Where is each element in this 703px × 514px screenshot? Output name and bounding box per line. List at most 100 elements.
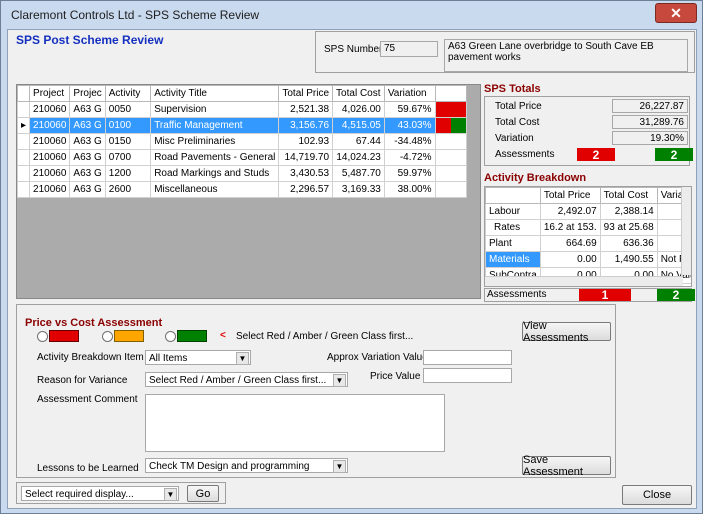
cell-title[interactable]: Misc Preliminaries: [150, 133, 280, 150]
row-indicator[interactable]: [16, 165, 31, 182]
col-project[interactable]: Project: [29, 85, 71, 102]
cell-cost[interactable]: 5,487.70: [332, 165, 385, 182]
bd-cell-price[interactable]: 2,492.07: [539, 203, 601, 220]
bd-col-cost[interactable]: Total Cost: [599, 187, 658, 204]
breakdown-row[interactable]: Plant664.69636.36-4.26: [485, 235, 691, 252]
sps-number-field[interactable]: 75: [380, 41, 438, 57]
col-activity[interactable]: Activity: [104, 85, 152, 102]
cell-cost[interactable]: 14,024.23: [332, 149, 385, 166]
cell-price[interactable]: 2,296.57: [278, 181, 334, 198]
cell-price[interactable]: 3,430.53: [278, 165, 334, 182]
bd-cell-price[interactable]: 664.69: [539, 235, 601, 252]
cell-project[interactable]: 210060: [29, 101, 71, 118]
cell-activity[interactable]: 0700: [104, 149, 152, 166]
cell-price[interactable]: 3,156.76: [278, 117, 334, 134]
bd-cell-cost[interactable]: 636.36: [599, 235, 658, 252]
scheme-description-field[interactable]: A63 Green Lane overbridge to South Cave …: [444, 39, 688, 72]
approx-variation-input[interactable]: [423, 350, 512, 365]
cell-projec[interactable]: A63 G: [69, 181, 106, 198]
table-row[interactable]: ▸ 210060 A63 G 0100 Traffic Management 3,156.…: [16, 117, 467, 134]
cell-projec[interactable]: A63 G: [69, 165, 106, 182]
breakdown-item-select[interactable]: All Items ▼: [145, 350, 251, 365]
cell-activity[interactable]: 0050: [104, 101, 152, 118]
row-indicator[interactable]: [16, 181, 31, 198]
row-indicator[interactable]: [16, 149, 31, 166]
display-select[interactable]: Select required display... ▼: [21, 486, 179, 501]
radio-red[interactable]: [37, 331, 48, 342]
chevron-down-icon[interactable]: ▼: [333, 374, 346, 387]
breakdown-vscrollbar[interactable]: [681, 187, 691, 275]
reason-select[interactable]: Select Red / Amber / Green Class first..…: [145, 372, 348, 387]
cell-project[interactable]: 210060: [29, 149, 71, 166]
table-row[interactable]: 210060 A63 G 0700 Road Pavements - General 1…: [16, 149, 467, 166]
price-value-input[interactable]: [423, 368, 512, 383]
bd-cell-name[interactable]: Materials: [485, 251, 541, 268]
col-projec[interactable]: Projec: [69, 85, 106, 102]
cell-activity[interactable]: 0100: [104, 117, 152, 134]
row-indicator[interactable]: ▸: [16, 117, 31, 134]
cell-price[interactable]: 14,719.70: [278, 149, 334, 166]
col-total-price[interactable]: Total Price: [278, 85, 334, 102]
bd-cell-cost[interactable]: 1,490.55: [599, 251, 658, 268]
cell-variation[interactable]: -34.48%: [383, 133, 436, 150]
cell-price[interactable]: 102.93: [278, 133, 334, 150]
lessons-select[interactable]: Check TM Design and programming ▼: [145, 458, 348, 473]
cell-projec[interactable]: A63 G: [69, 117, 106, 134]
bd-cell-name[interactable]: Labour: [485, 203, 541, 220]
cell-cost[interactable]: 4,515.05: [332, 117, 385, 134]
cell-variation[interactable]: -4.72%: [383, 149, 436, 166]
radio-amber[interactable]: [102, 331, 113, 342]
breakdown-row[interactable]: Materials0.001,490.55Not Priced: [485, 251, 691, 268]
cell-title[interactable]: Road Pavements - General: [150, 149, 280, 166]
cell-variation[interactable]: 43.03%: [383, 117, 436, 134]
comment-textarea[interactable]: [145, 394, 445, 452]
breakdown-hscrollbar[interactable]: [485, 276, 683, 286]
col-total-cost[interactable]: Total Cost: [332, 85, 385, 102]
bd-cell-price[interactable]: 0.00: [539, 251, 601, 268]
cell-project[interactable]: 210060: [29, 181, 71, 198]
bd-col-price[interactable]: Total Price: [539, 187, 601, 204]
breakdown-row[interactable]: Rates 16.2 at 153. 93 at 25.68: [485, 219, 691, 236]
cell-price[interactable]: 2,521.38: [278, 101, 334, 118]
col-activity-title[interactable]: Activity Title: [150, 85, 280, 102]
cell-cost[interactable]: 4,026.00: [332, 101, 385, 118]
cell-cost[interactable]: 3,169.33: [332, 181, 385, 198]
go-button[interactable]: Go: [187, 485, 219, 502]
col-variation[interactable]: Variation: [383, 85, 436, 102]
cell-project[interactable]: 210060: [29, 117, 71, 134]
table-row[interactable]: 210060 A63 G 1200 Road Markings and Studs 3,…: [16, 165, 467, 182]
cell-title[interactable]: Supervision: [150, 101, 280, 118]
cell-cost[interactable]: 67.44: [332, 133, 385, 150]
close-button[interactable]: Close: [622, 485, 692, 505]
table-row[interactable]: 210060 A63 G 2600 Miscellaneous 2,296.57 3,16…: [16, 181, 467, 198]
cell-project[interactable]: 210060: [29, 133, 71, 150]
window-close-button[interactable]: ✕: [655, 3, 697, 23]
chevron-down-icon[interactable]: ▼: [333, 460, 346, 473]
cell-projec[interactable]: A63 G: [69, 149, 106, 166]
view-assessments-button[interactable]: View Assessments: [522, 320, 611, 344]
cell-projec[interactable]: A63 G: [69, 133, 106, 150]
cell-title[interactable]: Traffic Management: [150, 117, 280, 134]
cell-activity[interactable]: 2600: [104, 181, 152, 198]
table-row[interactable]: 210060 A63 G 0150 Misc Preliminaries 102.93 6…: [16, 133, 467, 150]
chevron-down-icon[interactable]: ▼: [164, 488, 177, 501]
cell-title[interactable]: Road Markings and Studs: [150, 165, 280, 182]
cell-title[interactable]: Miscellaneous: [150, 181, 280, 198]
cell-projec[interactable]: A63 G: [69, 101, 106, 118]
breakdown-row[interactable]: Labour2,492.072,388.14-4.17: [485, 203, 691, 220]
cell-variation[interactable]: 59.67%: [383, 101, 436, 118]
row-indicator[interactable]: [16, 101, 31, 118]
cell-activity[interactable]: 1200: [104, 165, 152, 182]
save-assessment-button[interactable]: Save Assessment: [522, 454, 611, 478]
bd-cell-cost[interactable]: 93 at 25.68: [599, 219, 658, 236]
radio-green[interactable]: [165, 331, 176, 342]
bd-cell-cost[interactable]: 2,388.14: [599, 203, 658, 220]
bd-cell-name[interactable]: Rates: [485, 219, 541, 236]
cell-activity[interactable]: 0150: [104, 133, 152, 150]
table-row[interactable]: 210060 A63 G 0050 Supervision 2,521.38 4,026.…: [16, 101, 467, 118]
row-indicator[interactable]: [16, 133, 31, 150]
cell-variation[interactable]: 38.00%: [383, 181, 436, 198]
cell-variation[interactable]: 59.97%: [383, 165, 436, 182]
bd-cell-name[interactable]: Plant: [485, 235, 541, 252]
chevron-down-icon[interactable]: ▼: [236, 352, 249, 365]
